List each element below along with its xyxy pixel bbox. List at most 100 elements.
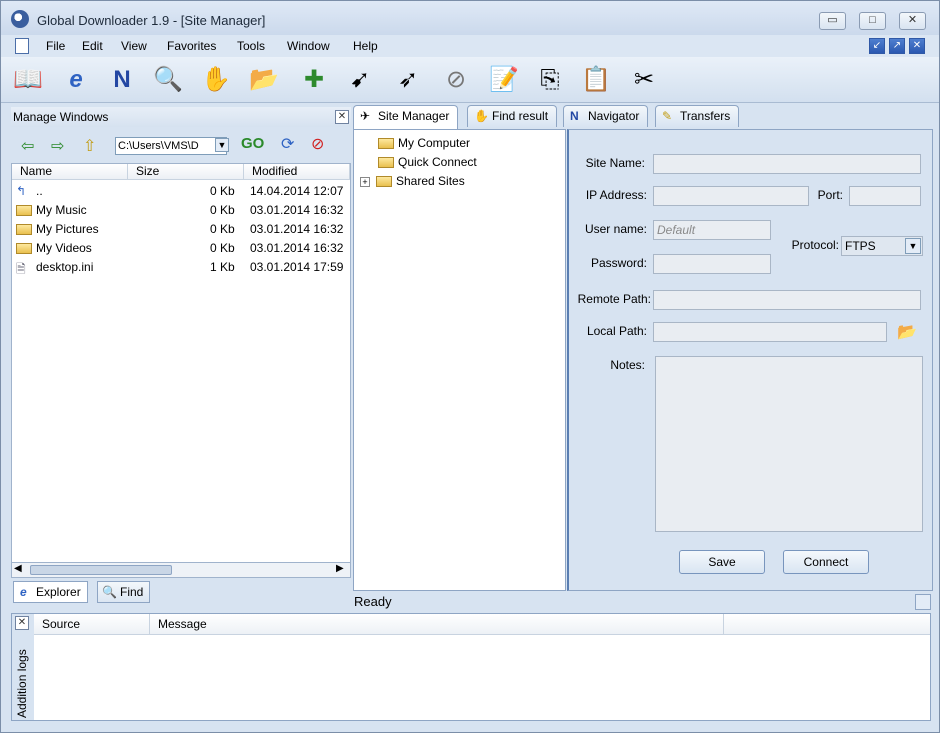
status-text: Ready (354, 594, 392, 609)
file-name: My Music (36, 203, 87, 217)
log-close-icon[interactable]: ✕ (15, 616, 29, 630)
table-row[interactable]: 🗎 desktop.ini 1 Kb 03.01.2014 17:59 (12, 258, 350, 277)
path-dropdown-icon[interactable]: ▼ (215, 138, 229, 152)
port-field[interactable] (849, 186, 921, 206)
go-icon[interactable]: GO (241, 135, 264, 152)
col-source[interactable]: Source (34, 614, 150, 635)
add-download-icon[interactable]: ✚ (297, 63, 331, 97)
scroll-thumb[interactable] (30, 565, 172, 575)
file-icon: 🗎 (16, 262, 26, 276)
tree-node[interactable]: + Shared Sites (360, 174, 465, 188)
menu-view[interactable]: View (121, 39, 147, 53)
col-modified[interactable]: Modified (244, 164, 350, 180)
menu-tools[interactable]: Tools (237, 39, 265, 53)
menu-window[interactable]: Window (287, 39, 330, 53)
user-name-field[interactable]: Default (653, 220, 771, 240)
connect-button[interactable]: Connect (783, 550, 869, 574)
menu-edit[interactable]: Edit (82, 39, 103, 53)
scroll-left-icon[interactable]: ◀ (14, 563, 22, 574)
tab-label: Site Manager (378, 109, 450, 123)
col-name[interactable]: Name (12, 164, 128, 180)
file-name: My Videos (36, 241, 92, 255)
path-input[interactable]: C:\Users\VMS\D (115, 137, 227, 155)
app-logo-icon (11, 10, 29, 28)
main-toolbar: 📖 e N 🔍 ✋ 📂 ✚ ➹ ➶ ⊘ 📝 ⎘ 📋 ✂ (1, 57, 939, 103)
title-bar: Global Downloader 1.9 - [Site Manager] ▭… (1, 1, 939, 35)
tab-find-result[interactable]: ✋ Find result (467, 105, 558, 127)
col-size[interactable]: Size (128, 164, 244, 180)
netscape-icon[interactable]: N (105, 63, 139, 97)
table-row[interactable]: My Videos 0 Kb 03.01.2014 16:32 (12, 239, 350, 258)
menu-help[interactable]: Help (353, 39, 378, 53)
ip-address-field[interactable] (653, 186, 809, 206)
copy-icon[interactable]: ⎘ (533, 63, 567, 97)
file-name: My Pictures (36, 222, 99, 236)
menu-file[interactable]: File (46, 39, 65, 53)
options-icon[interactable]: ✂ (627, 63, 661, 97)
protocol-select[interactable]: FTPS ▼ (841, 236, 923, 256)
new-note-icon[interactable]: 📝 (487, 63, 521, 97)
find-icon: 🔍 (102, 585, 117, 599)
app-window: Global Downloader 1.9 - [Site Manager] ▭… (0, 0, 940, 733)
main-area: ✈ Site Manager ✋ Find result N Navigator… (353, 105, 933, 613)
folder-add-icon[interactable]: 📂 (247, 63, 281, 97)
horizontal-scrollbar[interactable]: ◀ ▶ (11, 562, 351, 578)
start-icon[interactable]: ➹ (343, 63, 377, 97)
menu-favorites[interactable]: Favorites (167, 39, 216, 53)
site-name-field[interactable] (653, 154, 921, 174)
chevron-down-icon[interactable]: ▼ (905, 238, 921, 254)
password-field[interactable] (653, 254, 771, 274)
tab-label: Find (120, 585, 144, 599)
browse-folder-icon[interactable]: 📂 (897, 322, 917, 342)
stop-nav-icon[interactable]: ⊘ (311, 134, 324, 154)
start-all-icon[interactable]: ➶ (391, 63, 425, 97)
notes-label: Notes: (610, 358, 645, 372)
status-bar: Ready (353, 591, 933, 613)
site-form: Site Name: IP Address: Port: User name: … (567, 129, 933, 591)
save-button[interactable]: Save (679, 550, 765, 574)
col-message[interactable]: Message (150, 614, 724, 635)
tree-node[interactable]: Quick Connect (378, 155, 477, 169)
table-row[interactable]: My Pictures 0 Kb 03.01.2014 16:32 (12, 220, 350, 239)
notes-field[interactable] (655, 356, 923, 532)
close-button[interactable]: ✕ (899, 12, 926, 30)
scroll-right-icon[interactable]: ▶ (336, 563, 344, 574)
file-size: 0 Kb (210, 203, 235, 217)
table-row[interactable]: My Music 0 Kb 03.01.2014 16:32 (12, 201, 350, 220)
mdi-restore-icon[interactable]: ↙ (869, 38, 885, 54)
minimize-button[interactable]: ▭ (819, 12, 846, 30)
log-sidebar: ✕ Addition logs (12, 614, 34, 720)
tab-label: Navigator (588, 109, 640, 123)
expand-icon[interactable]: + (360, 176, 370, 187)
panel-title: Manage Windows (11, 107, 351, 127)
open-book-icon[interactable]: 📖 (11, 63, 45, 97)
file-size: 0 Kb (210, 184, 235, 198)
table-row[interactable]: ↰ .. 0 Kb 14.04.2014 12:07 (12, 182, 350, 201)
tab-site-manager[interactable]: ✈ Site Manager (353, 105, 459, 129)
tab-navigator[interactable]: N Navigator (563, 105, 649, 127)
forward-icon[interactable]: ⇨ (51, 136, 64, 156)
up-folder-icon[interactable]: ⇧ (83, 136, 96, 156)
maximize-button[interactable]: □ (859, 12, 886, 30)
local-path-field[interactable] (653, 322, 887, 342)
folder-icon (16, 205, 32, 216)
mdi-close-icon[interactable]: ✕ (909, 38, 925, 54)
tab-find[interactable]: 🔍 Find (97, 581, 151, 603)
tab-transfers[interactable]: ✎ Transfers (655, 105, 740, 127)
back-icon[interactable]: ⇦ (21, 136, 34, 156)
mdi-maximize-icon[interactable]: ↗ (889, 38, 905, 54)
search-icon[interactable]: 🔍 (151, 63, 185, 97)
paste-icon[interactable]: 📋 (579, 63, 613, 97)
panel-close-icon[interactable]: ✕ (335, 110, 349, 124)
ie-icon[interactable]: e (59, 63, 93, 97)
ip-label: IP Address: (585, 188, 647, 202)
remote-path-field[interactable] (653, 290, 921, 310)
tab-explorer[interactable]: e Explorer (13, 581, 88, 603)
navigation-row: ⇦ ⇨ ⇧ C:\Users\VMS\D ▼ GO ⟳ ⊘ (11, 131, 351, 161)
stop-icon[interactable]: ⊘ (439, 63, 473, 97)
hand-icon[interactable]: ✋ (199, 63, 233, 97)
document-menu-icon[interactable] (15, 38, 29, 54)
tree-node[interactable]: My Computer (378, 136, 470, 150)
menu-bar: File Edit View Favorites Tools Window He… (1, 35, 939, 57)
refresh-icon[interactable]: ⟳ (281, 134, 294, 154)
